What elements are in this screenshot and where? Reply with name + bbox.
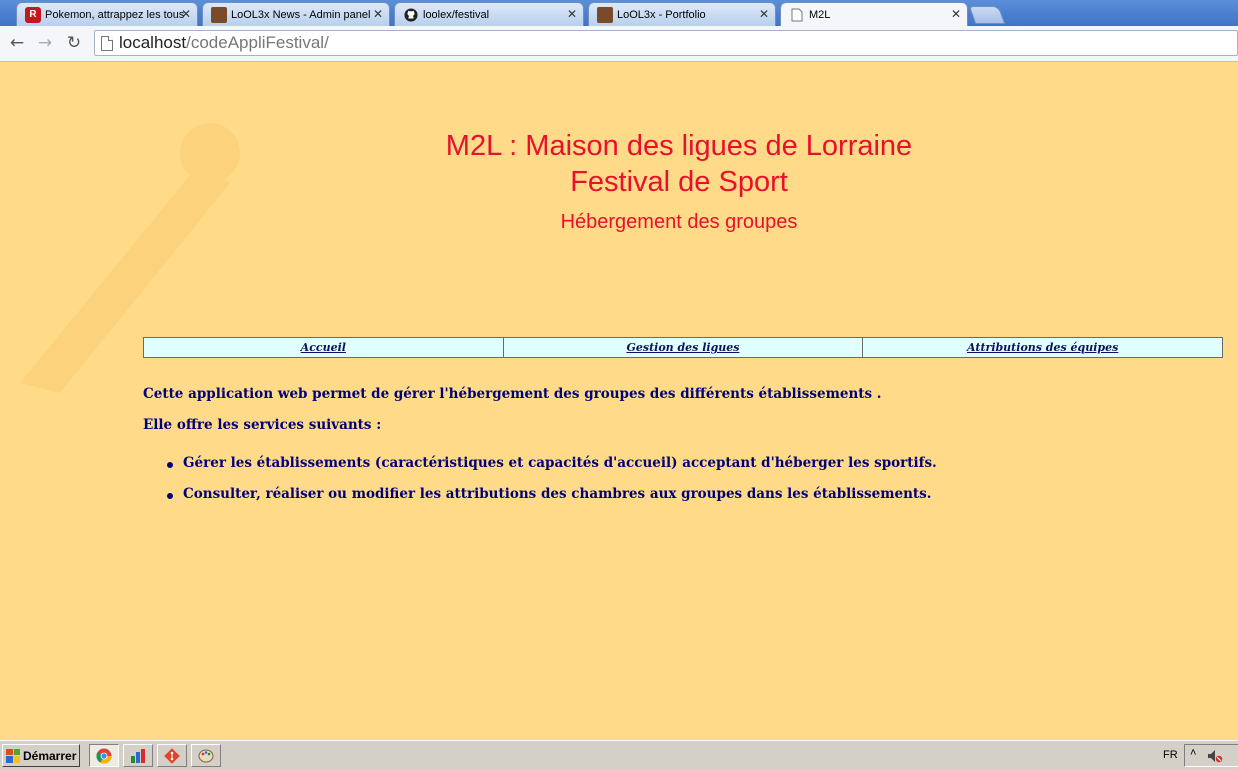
tab-title: LoOL3x - Portfolio: [617, 8, 706, 21]
browser-tab-strip: R Pokemon, attrappez les tous ✕ LoOL3x N…: [0, 0, 1238, 27]
tab-m2l[interactable]: M2L ✕: [780, 2, 968, 27]
close-tab-icon[interactable]: ✕: [759, 7, 769, 21]
tab-admin-panel[interactable]: LoOL3x News - Admin panel ✕: [202, 2, 390, 26]
chevron-up-icon[interactable]: ˄: [1190, 747, 1196, 759]
services-list: Gérer les établissements (caractéristiqu…: [163, 455, 937, 517]
tab-title: M2L: [809, 9, 831, 21]
tab-portfolio[interactable]: LoOL3x - Portfolio ✕: [588, 2, 776, 26]
tab-title: LoOL3x News - Admin panel: [231, 8, 371, 21]
start-label: Démarrer: [23, 748, 77, 763]
menu-cell-accueil: Accueil: [143, 337, 504, 358]
site-title-line2: Festival de Sport: [570, 166, 788, 198]
menu-cell-ligues: Gestion des ligues: [502, 337, 864, 358]
windows-logo-icon: [6, 748, 20, 763]
url-host: localhost: [119, 33, 187, 52]
document-icon: [789, 7, 805, 23]
chrome-icon: [96, 748, 112, 763]
language-indicator[interactable]: FR: [1163, 749, 1178, 761]
intro-text: Cette application web permet de gérer l'…: [143, 386, 882, 402]
back-arrow-icon[interactable]: ←: [6, 32, 28, 54]
new-tab-button[interactable]: [968, 6, 1006, 24]
tab-title: loolex/festival: [423, 8, 490, 21]
git-icon: [164, 747, 180, 764]
list-item: Gérer les établissements (caractéristiqu…: [163, 455, 937, 486]
page-viewport: M2L : Maison des ligues de Lorraine Fest…: [0, 63, 1238, 740]
tab-pokemon[interactable]: R Pokemon, attrappez les tous ✕: [16, 2, 198, 26]
close-tab-icon[interactable]: ✕: [181, 7, 191, 21]
taskbar-chrome-button[interactable]: [89, 744, 119, 767]
url-path: /codeAppliFestival/: [186, 33, 329, 52]
page-icon: [101, 35, 113, 51]
reload-icon[interactable]: ↻: [63, 32, 85, 54]
close-tab-icon[interactable]: ✕: [567, 7, 577, 21]
start-button[interactable]: Démarrer: [2, 744, 80, 767]
taskbar-paint-button[interactable]: [191, 744, 221, 767]
avatar-icon: [211, 6, 227, 23]
chart-app-icon: [131, 748, 145, 763]
tab-github-festival[interactable]: loolex/festival ✕: [394, 2, 584, 26]
main-menu: Accueil Gestion des ligues Attributions …: [143, 337, 1223, 358]
menu-link-accueil[interactable]: Accueil: [301, 341, 346, 354]
address-bar[interactable]: localhost /codeAppliFestival/: [94, 30, 1238, 56]
palette-icon: [198, 749, 214, 762]
forward-arrow-icon[interactable]: →: [34, 32, 56, 54]
page-subtitle: Hébergement des groupes: [560, 211, 798, 233]
taskbar-app-button[interactable]: [123, 744, 153, 767]
avatar-icon: [597, 6, 613, 23]
browser-toolbar: ← → ↻ localhost /codeAppliFestival/: [0, 26, 1238, 62]
system-tray: ˄: [1184, 744, 1238, 767]
windows-taskbar: Démarrer FR ˄: [0, 740, 1238, 769]
list-item: Consulter, réaliser ou modifier les attr…: [163, 486, 937, 517]
taskbar-git-button[interactable]: [157, 744, 187, 767]
services-intro-text: Elle offre les services suivants :: [143, 417, 382, 433]
menu-cell-attributions: Attributions des équipes: [862, 337, 1223, 358]
menu-link-attributions[interactable]: Attributions des équipes: [967, 341, 1118, 354]
tab-title: Pokemon, attrappez les tous: [45, 8, 185, 21]
site-title: M2L : Maison des ligues de Lorraine: [445, 130, 913, 162]
menu-link-gestion-ligues[interactable]: Gestion des ligues: [626, 341, 739, 354]
close-tab-icon[interactable]: ✕: [373, 7, 383, 21]
github-icon: [403, 7, 419, 23]
volume-muted-icon[interactable]: [1207, 749, 1223, 763]
close-tab-icon[interactable]: ✕: [951, 7, 961, 21]
pokemon-r-icon: R: [25, 6, 41, 23]
